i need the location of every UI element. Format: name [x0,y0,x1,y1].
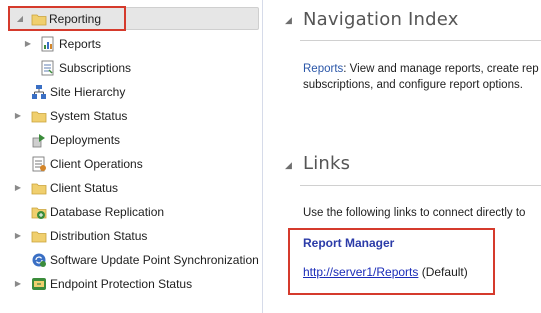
report-icon [41,36,54,52]
reports-term: Reports [303,63,344,75]
endpoint-protection-icon [32,278,46,290]
subscription-icon [41,60,54,76]
collapse-arrow-icon[interactable]: ▶ [13,111,23,121]
collapse-arrow-icon[interactable]: ▶ [13,231,23,241]
section-title-navigation-index: Navigation Index [303,9,459,30]
tree-item-system-status[interactable]: ▶ System Status [0,105,260,127]
navigation-description: Reports: View and manage reports, create… [303,61,539,77]
tree-item-database-replication[interactable]: Database Replication [0,201,260,223]
highlight-box-report-manager [288,228,495,295]
links-description: Use the following links to connect direc… [303,207,526,219]
client-operations-icon [32,156,46,172]
folder-icon [31,231,47,243]
tree-item-label: System Status [50,109,128,123]
tree-item-label: Reports [59,37,102,51]
tree-item-label: Deployments [50,133,121,147]
software-update-icon [32,253,46,267]
tree-item-client-operations[interactable]: Client Operations [0,153,260,175]
tree-item-reports[interactable]: ▶ Reports [0,33,260,55]
collapse-arrow-icon[interactable]: ▶ [13,279,23,289]
tree-item-endpoint-protection-status[interactable]: ▶ Endpoint Protection Status [0,273,260,295]
tree-item-label: Distribution Status [50,229,148,243]
tree-item-label: Subscriptions [59,61,132,75]
navigation-tree: ◢ Reporting ▶ Reports Subscriptions Site… [0,0,263,313]
tree-item-label: Client Status [50,181,119,195]
section-divider [300,185,541,186]
hierarchy-icon [32,85,46,99]
folder-icon [31,111,47,123]
database-replication-icon [31,207,47,219]
tree-item-software-update-point-synchronization[interactable]: Software Update Point Synchronization [0,249,260,271]
collapse-arrow-icon[interactable]: ▶ [23,39,33,49]
tree-item-deployments[interactable]: Deployments [0,129,260,151]
deployment-icon [32,134,45,148]
section-divider [300,40,541,41]
section-collapse-icon[interactable]: ◢ [285,160,292,171]
tree-item-client-status[interactable]: ▶ Client Status [0,177,260,199]
tree-item-site-hierarchy[interactable]: Site Hierarchy [0,81,260,103]
tree-item-subscriptions[interactable]: Subscriptions [0,57,260,79]
tree-item-distribution-status[interactable]: ▶ Distribution Status [0,225,260,247]
tree-item-label: Endpoint Protection Status [50,277,193,291]
highlight-box-reporting [8,6,126,31]
tree-item-label: Software Update Point Synchronization [50,253,259,267]
tree-item-label: Client Operations [50,157,143,171]
tree-item-label: Site Hierarchy [50,85,126,99]
folder-icon [31,183,47,195]
collapse-arrow-icon[interactable]: ▶ [13,183,23,193]
section-title-links: Links [303,153,351,174]
tree-item-label: Database Replication [50,205,165,219]
section-collapse-icon[interactable]: ◢ [285,15,292,26]
navigation-description-line2: subscriptions, and configure report opti… [303,79,523,91]
navigation-description-line1: : View and manage reports, create rep [343,63,539,75]
